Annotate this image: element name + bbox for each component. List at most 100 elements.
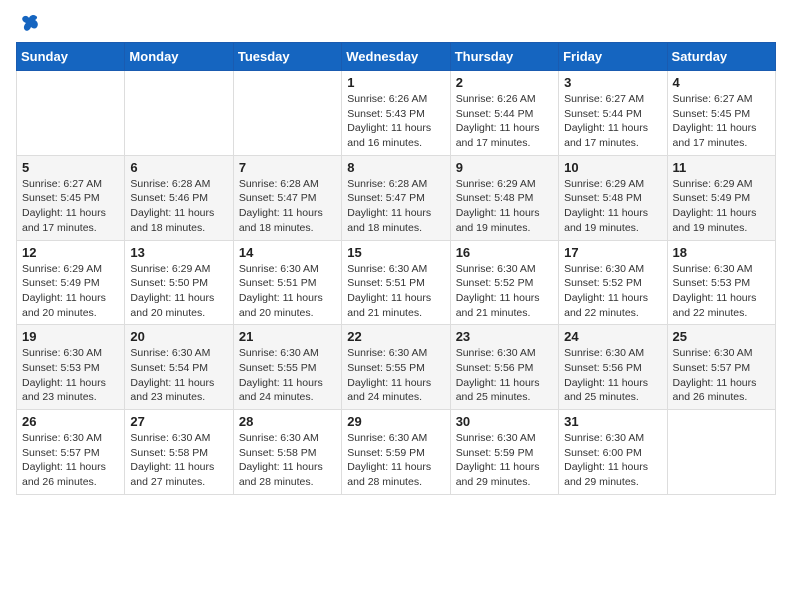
column-header-thursday: Thursday [450,43,558,71]
day-info: Sunrise: 6:30 AM Sunset: 5:58 PM Dayligh… [239,431,336,490]
column-header-sunday: Sunday [17,43,125,71]
logo-bird-icon [18,12,40,34]
day-info: Sunrise: 6:30 AM Sunset: 5:53 PM Dayligh… [673,262,770,321]
day-number: 20 [130,329,227,344]
day-info: Sunrise: 6:28 AM Sunset: 5:47 PM Dayligh… [239,177,336,236]
day-info: Sunrise: 6:27 AM Sunset: 5:44 PM Dayligh… [564,92,661,151]
calendar-cell: 26Sunrise: 6:30 AM Sunset: 5:57 PM Dayli… [17,410,125,495]
calendar-cell: 29 Sunrise: 6:30 AM Sunset: 5:59 PM Dayli… [342,410,450,495]
day-number: 29 [347,414,444,429]
calendar-cell: 31 Sunrise: 6:30 AM Sunset: 6:00 PM Dayli… [559,410,667,495]
calendar-cell: 28 Sunrise: 6:30 AM Sunset: 5:58 PM Dayli… [233,410,341,495]
day-info: Sunrise: 6:30 AM Sunset: 5:55 PM Dayligh… [347,346,444,405]
calendar-cell: 12 Sunrise: 6:29 AM Sunset: 5:49 PM Dayli… [17,240,125,325]
day-number: 21 [239,329,336,344]
day-info: Sunrise: 6:30 AM Sunset: 5:59 PM Dayligh… [347,431,444,490]
calendar-cell: 21 Sunrise: 6:30 AM Sunset: 5:55 PM Dayli… [233,325,341,410]
day-info: Sunrise: 6:30 AM Sunset: 5:56 PM Dayligh… [456,346,553,405]
day-number: 4 [673,75,770,90]
calendar-week-row: 1Sunrise: 6:26 AM Sunset: 5:43 PM Daylig… [17,71,776,156]
column-header-tuesday: Tuesday [233,43,341,71]
calendar-cell: 16Sunrise: 6:30 AM Sunset: 5:52 PM Dayli… [450,240,558,325]
day-number: 3 [564,75,661,90]
column-header-wednesday: Wednesday [342,43,450,71]
calendar-cell: 19 Sunrise: 6:30 AM Sunset: 5:53 PM Dayli… [17,325,125,410]
calendar-cell: 13 Sunrise: 6:29 AM Sunset: 5:50 PM Dayli… [125,240,233,325]
day-info: Sunrise: 6:27 AM Sunset: 5:45 PM Dayligh… [673,92,770,151]
calendar-cell: 22 Sunrise: 6:30 AM Sunset: 5:55 PM Dayli… [342,325,450,410]
day-number: 5 [22,160,119,175]
calendar-cell: 17 Sunrise: 6:30 AM Sunset: 5:52 PM Dayli… [559,240,667,325]
day-info: Sunrise: 6:30 AM Sunset: 5:52 PM Dayligh… [564,262,661,321]
day-number: 19 [22,329,119,344]
day-number: 18 [673,245,770,260]
day-number: 27 [130,414,227,429]
day-number: 30 [456,414,553,429]
calendar-cell: 30 Sunrise: 6:30 AM Sunset: 5:59 PM Dayli… [450,410,558,495]
day-number: 25 [673,329,770,344]
calendar-week-row: 5 Sunrise: 6:27 AM Sunset: 5:45 PM Daylig… [17,155,776,240]
day-info: Sunrise: 6:29 AM Sunset: 5:50 PM Dayligh… [130,262,227,321]
calendar-header-row: SundayMondayTuesdayWednesdayThursdayFrid… [17,43,776,71]
day-number: 2 [456,75,553,90]
day-info: Sunrise: 6:30 AM Sunset: 5:51 PM Dayligh… [347,262,444,321]
day-info: Sunrise: 6:30 AM Sunset: 5:59 PM Dayligh… [456,431,553,490]
day-info: Sunrise: 6:30 AM Sunset: 5:53 PM Dayligh… [22,346,119,405]
day-info: Sunrise: 6:26 AM Sunset: 5:44 PM Dayligh… [456,92,553,151]
day-info: Sunrise: 6:30 AM Sunset: 5:57 PM Dayligh… [22,431,119,490]
calendar-cell: 4 Sunrise: 6:27 AM Sunset: 5:45 PM Daylig… [667,71,775,156]
day-info: Sunrise: 6:27 AM Sunset: 5:45 PM Dayligh… [22,177,119,236]
day-info: Sunrise: 6:28 AM Sunset: 5:47 PM Dayligh… [347,177,444,236]
calendar-week-row: 19 Sunrise: 6:30 AM Sunset: 5:53 PM Dayli… [17,325,776,410]
calendar-cell [667,410,775,495]
day-info: Sunrise: 6:30 AM Sunset: 5:57 PM Dayligh… [673,346,770,405]
calendar-cell: 14 Sunrise: 6:30 AM Sunset: 5:51 PM Dayli… [233,240,341,325]
day-number: 12 [22,245,119,260]
day-number: 31 [564,414,661,429]
day-number: 15 [347,245,444,260]
day-number: 17 [564,245,661,260]
day-number: 6 [130,160,227,175]
calendar-cell [17,71,125,156]
day-number: 13 [130,245,227,260]
calendar-cell [125,71,233,156]
calendar-cell: 24Sunrise: 6:30 AM Sunset: 5:56 PM Dayli… [559,325,667,410]
column-header-friday: Friday [559,43,667,71]
page-header [16,16,776,30]
calendar-cell: 27 Sunrise: 6:30 AM Sunset: 5:58 PM Dayli… [125,410,233,495]
calendar-cell: 25 Sunrise: 6:30 AM Sunset: 5:57 PM Dayli… [667,325,775,410]
calendar-cell: 1Sunrise: 6:26 AM Sunset: 5:43 PM Daylig… [342,71,450,156]
calendar-cell: 5 Sunrise: 6:27 AM Sunset: 5:45 PM Daylig… [17,155,125,240]
day-info: Sunrise: 6:30 AM Sunset: 6:00 PM Dayligh… [564,431,661,490]
column-header-saturday: Saturday [667,43,775,71]
calendar-cell: 7 Sunrise: 6:28 AM Sunset: 5:47 PM Daylig… [233,155,341,240]
column-header-monday: Monday [125,43,233,71]
calendar-cell: 9Sunrise: 6:29 AM Sunset: 5:48 PM Daylig… [450,155,558,240]
calendar-cell: 20Sunrise: 6:30 AM Sunset: 5:54 PM Dayli… [125,325,233,410]
calendar-table: SundayMondayTuesdayWednesdayThursdayFrid… [16,42,776,495]
day-number: 14 [239,245,336,260]
day-number: 23 [456,329,553,344]
calendar-cell: 23 Sunrise: 6:30 AM Sunset: 5:56 PM Dayli… [450,325,558,410]
calendar-cell: 8 Sunrise: 6:28 AM Sunset: 5:47 PM Daylig… [342,155,450,240]
day-number: 11 [673,160,770,175]
calendar-cell: 6Sunrise: 6:28 AM Sunset: 5:46 PM Daylig… [125,155,233,240]
day-number: 28 [239,414,336,429]
calendar-cell: 11 Sunrise: 6:29 AM Sunset: 5:49 PM Dayli… [667,155,775,240]
day-number: 22 [347,329,444,344]
day-info: Sunrise: 6:30 AM Sunset: 5:55 PM Dayligh… [239,346,336,405]
day-number: 1 [347,75,444,90]
day-info: Sunrise: 6:30 AM Sunset: 5:51 PM Dayligh… [239,262,336,321]
day-number: 16 [456,245,553,260]
calendar-cell: 15 Sunrise: 6:30 AM Sunset: 5:51 PM Dayli… [342,240,450,325]
calendar-cell: 3 Sunrise: 6:27 AM Sunset: 5:44 PM Daylig… [559,71,667,156]
calendar-week-row: 26Sunrise: 6:30 AM Sunset: 5:57 PM Dayli… [17,410,776,495]
day-info: Sunrise: 6:29 AM Sunset: 5:49 PM Dayligh… [673,177,770,236]
calendar-cell: 10Sunrise: 6:29 AM Sunset: 5:48 PM Dayli… [559,155,667,240]
day-info: Sunrise: 6:30 AM Sunset: 5:58 PM Dayligh… [130,431,227,490]
day-number: 7 [239,160,336,175]
day-info: Sunrise: 6:29 AM Sunset: 5:49 PM Dayligh… [22,262,119,321]
calendar-week-row: 12 Sunrise: 6:29 AM Sunset: 5:49 PM Dayli… [17,240,776,325]
day-info: Sunrise: 6:29 AM Sunset: 5:48 PM Dayligh… [456,177,553,236]
day-number: 8 [347,160,444,175]
